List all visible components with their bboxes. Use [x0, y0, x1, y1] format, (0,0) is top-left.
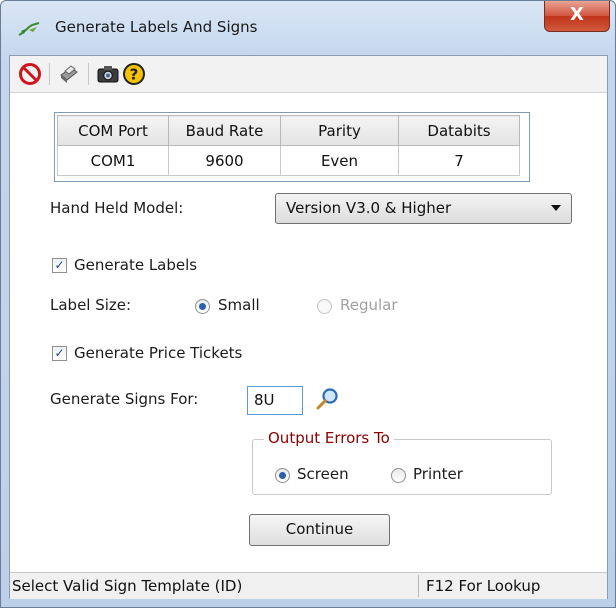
continue-button[interactable]: Continue — [249, 514, 390, 546]
header-databits: Databits — [398, 115, 520, 146]
generate-price-tickets-checkbox[interactable]: ✓ — [52, 346, 67, 361]
printer-icon[interactable] — [57, 62, 81, 86]
label-size-regular-label: Regular — [340, 296, 398, 314]
status-message: Select Valid Sign Template (ID) — [12, 577, 243, 595]
status-hint: F12 For Lookup — [426, 577, 541, 595]
sign-template-input[interactable]: 8U — [247, 386, 303, 415]
generate-price-tickets-label[interactable]: Generate Price Tickets — [74, 344, 242, 362]
toolbar-separator — [49, 63, 50, 85]
output-errors-title: Output Errors To — [264, 429, 394, 447]
cell-parity[interactable]: Even — [280, 145, 399, 176]
close-icon: X — [570, 4, 584, 25]
generate-labels-label[interactable]: Generate Labels — [74, 256, 197, 274]
window: Generate Labels And Signs X ? COM Port B… — [0, 0, 616, 608]
output-screen-radio[interactable] — [275, 468, 290, 483]
header-baud-rate: Baud Rate — [168, 115, 281, 146]
search-icon[interactable] — [314, 386, 340, 412]
cell-com-port[interactable]: COM1 — [57, 145, 169, 176]
stop-icon[interactable] — [18, 62, 42, 86]
header-com-port: COM Port — [57, 115, 169, 146]
help-icon[interactable]: ? — [122, 62, 146, 86]
status-bar: Select Valid Sign Template (ID) F12 For … — [10, 572, 607, 599]
close-button[interactable]: X — [544, 1, 610, 32]
com-settings-table: COM Port Baud Rate Parity Databits COM1 … — [54, 112, 530, 182]
svg-text:?: ? — [130, 66, 139, 84]
label-size-small-radio[interactable] — [195, 299, 210, 314]
output-printer-radio[interactable] — [391, 468, 406, 483]
sign-template-value: 8U — [254, 391, 275, 409]
camera-icon[interactable] — [96, 62, 120, 86]
table-row[interactable]: COM1 9600 Even 7 — [57, 145, 520, 176]
header-parity: Parity — [280, 115, 399, 146]
generate-labels-checkbox[interactable]: ✓ — [52, 258, 67, 273]
hand-held-model-select[interactable]: Version V3.0 & Higher — [275, 193, 572, 224]
app-icon — [18, 22, 40, 36]
cell-databits[interactable]: 7 — [398, 145, 520, 176]
window-title: Generate Labels And Signs — [55, 18, 258, 36]
output-screen-label[interactable]: Screen — [297, 465, 349, 483]
output-printer-label[interactable]: Printer — [413, 465, 463, 483]
title-bar[interactable]: Generate Labels And Signs X — [1, 1, 615, 55]
toolbar: ? — [10, 56, 607, 93]
table-header-row: COM Port Baud Rate Parity Databits — [57, 115, 520, 146]
label-size-small-label[interactable]: Small — [218, 296, 260, 314]
toolbar-separator — [88, 63, 89, 85]
label-size-regular-radio — [317, 299, 332, 314]
hand-held-model-value: Version V3.0 & Higher — [286, 199, 452, 217]
hand-held-model-label: Hand Held Model: — [50, 199, 184, 217]
cell-baud-rate[interactable]: 9600 — [168, 145, 281, 176]
label-size-label: Label Size: — [50, 296, 132, 314]
generate-signs-label: Generate Signs For: — [50, 390, 199, 408]
status-divider — [418, 575, 419, 597]
client-area: ? COM Port Baud Rate Parity Databits COM… — [9, 55, 608, 599]
chevron-down-icon[interactable] — [551, 205, 561, 211]
com-table: COM Port Baud Rate Parity Databits COM1 … — [57, 115, 520, 176]
